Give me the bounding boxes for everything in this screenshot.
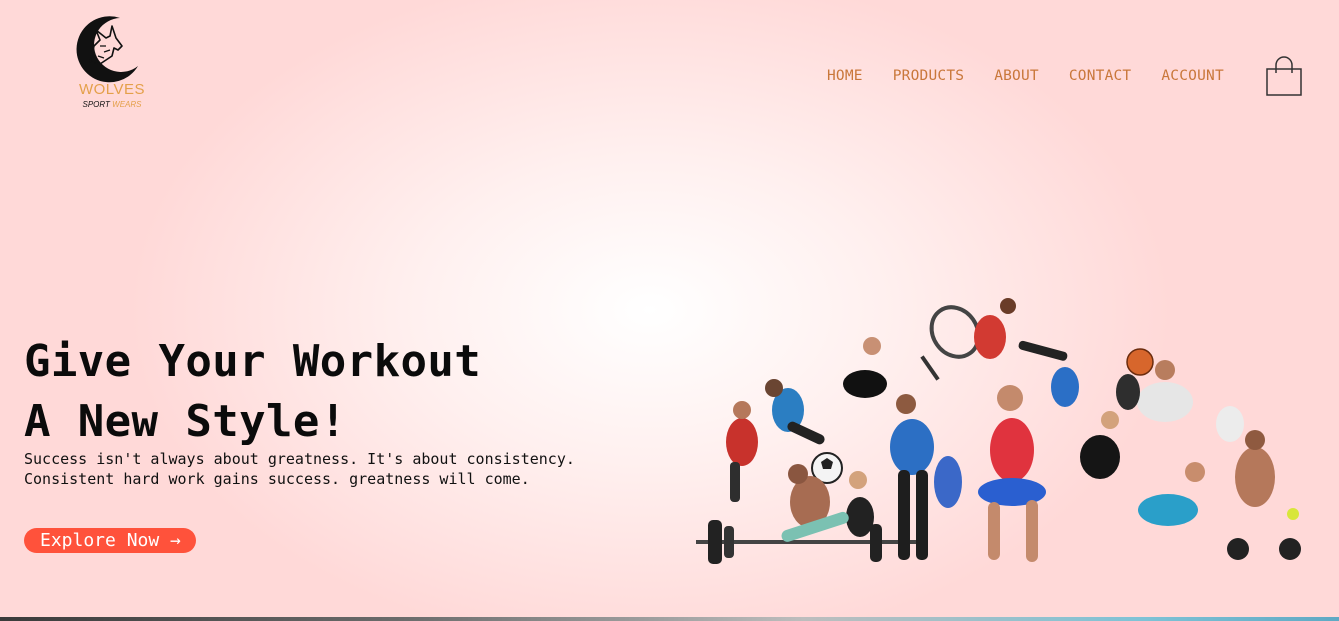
hero-description-line1: Success isn't always about greatness. It…: [24, 450, 575, 468]
hero-title-line1: Give Your Workout: [24, 336, 482, 387]
brand-tagline: SPORT WEARS: [74, 100, 150, 109]
brand-tagline-wears: WEARS: [112, 100, 142, 109]
hero-title-line2: A New Style!: [24, 396, 347, 447]
nav-account[interactable]: ACCOUNT: [1161, 68, 1224, 84]
hero-description: Success isn't always about greatness. It…: [24, 449, 575, 489]
basketball-icon: [1126, 348, 1154, 376]
nav-products[interactable]: PRODUCTS: [893, 68, 964, 84]
hero-description-line2: Consistent hard work gains success. grea…: [24, 470, 530, 488]
wolf-crescent-moon-icon: [76, 16, 138, 83]
athlete-figures: [726, 298, 1275, 562]
bottom-section-edge: [0, 617, 1339, 621]
brand-tagline-sport: SPORT: [82, 100, 110, 109]
kettlebell-icon: [1227, 538, 1301, 560]
nav-about[interactable]: ABOUT: [994, 68, 1039, 84]
shopping-bag-icon: [1266, 56, 1302, 96]
main-nav: HOME PRODUCTS ABOUT CONTACT ACCOUNT: [827, 68, 1224, 84]
brand-name: WOLVES: [78, 81, 146, 98]
brand-logo[interactable]: WOLVES SPORT WEARS: [74, 16, 154, 116]
cart-button[interactable]: [1264, 56, 1304, 98]
tennis-ball-icon: [1287, 508, 1299, 520]
hero-title: Give Your Workout A New Style!: [24, 332, 481, 452]
nav-contact[interactable]: CONTACT: [1069, 68, 1132, 84]
athletes-collage-image: [696, 298, 1301, 564]
nav-home[interactable]: HOME: [827, 68, 863, 84]
explore-now-button[interactable]: Explore Now →: [24, 528, 196, 553]
